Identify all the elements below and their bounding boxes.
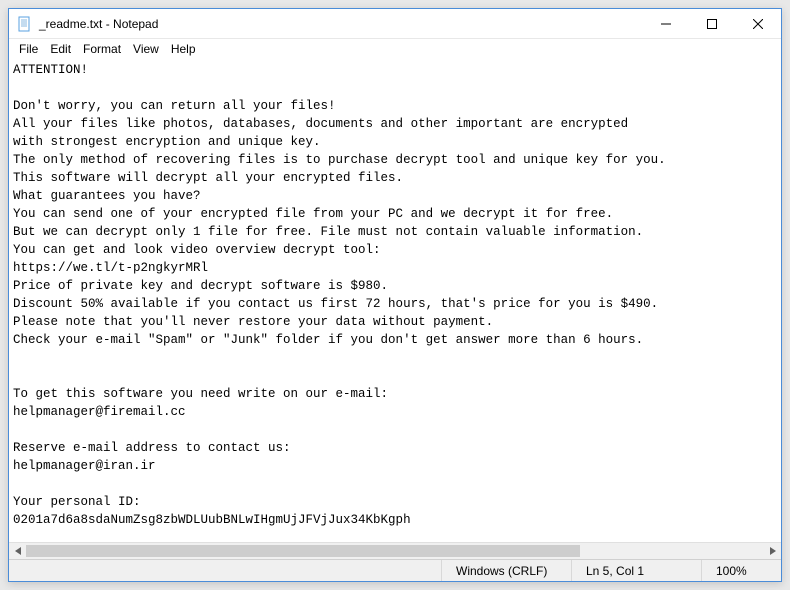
menu-help[interactable]: Help — [165, 39, 202, 59]
notepad-icon — [17, 16, 33, 32]
status-zoom: 100% — [701, 560, 781, 581]
minimize-button[interactable] — [643, 9, 689, 39]
horizontal-scrollbar[interactable] — [9, 542, 781, 559]
menu-edit[interactable]: Edit — [44, 39, 77, 59]
scroll-track[interactable] — [26, 543, 764, 559]
scroll-right-button[interactable] — [764, 543, 781, 559]
scroll-thumb[interactable] — [26, 545, 580, 557]
window-controls — [643, 9, 781, 38]
close-button[interactable] — [735, 9, 781, 39]
scroll-left-button[interactable] — [9, 543, 26, 559]
status-line-ending: Windows (CRLF) — [441, 560, 571, 581]
menu-file[interactable]: File — [13, 39, 44, 59]
notepad-window: _readme.txt - Notepad File Edit Format V… — [8, 8, 782, 582]
titlebar: _readme.txt - Notepad — [9, 9, 781, 39]
menu-view[interactable]: View — [127, 39, 165, 59]
maximize-button[interactable] — [689, 9, 735, 39]
editor-area[interactable]: ATTENTION! Don't worry, you can return a… — [9, 59, 781, 542]
editor-text[interactable]: ATTENTION! Don't worry, you can return a… — [9, 59, 781, 542]
statusbar: Windows (CRLF) Ln 5, Col 1 100% — [9, 559, 781, 581]
menu-format[interactable]: Format — [77, 39, 127, 59]
menubar: File Edit Format View Help — [9, 39, 781, 59]
window-title: _readme.txt - Notepad — [39, 17, 158, 31]
status-cursor: Ln 5, Col 1 — [571, 560, 701, 581]
